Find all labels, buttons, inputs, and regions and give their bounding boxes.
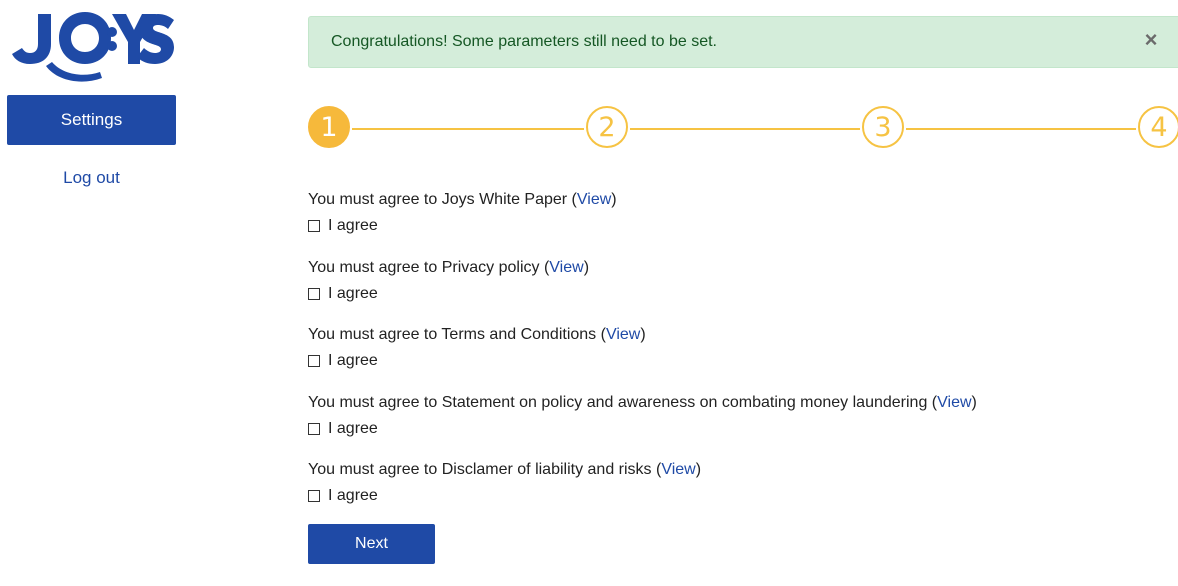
agreement-prefix: You must agree to Statement on policy an… (308, 394, 938, 411)
agreement-text: You must agree to Privacy policy (View) (308, 257, 1168, 279)
settings-button[interactable]: Settings (7, 95, 176, 145)
view-link[interactable]: View (937, 394, 971, 411)
agreement-terms: You must agree to Terms and Conditions (… (308, 324, 1168, 372)
step-3: 3 (862, 106, 904, 148)
view-link[interactable]: View (661, 461, 695, 478)
agreement-prefix: You must agree to Joys White Paper ( (308, 191, 577, 208)
agreement-suffix: ) (611, 191, 617, 208)
step-connector (630, 128, 860, 130)
agree-row: I agree (308, 215, 1168, 237)
agreement-text: You must agree to Joys White Paper (View… (308, 189, 1168, 211)
next-button[interactable]: Next (308, 524, 435, 564)
agree-label[interactable]: I agree (328, 285, 378, 303)
close-icon[interactable]: × (1141, 29, 1161, 51)
agree-label[interactable]: I agree (328, 352, 378, 370)
agree-checkbox[interactable] (308, 423, 320, 435)
agree-row: I agree (308, 283, 1168, 305)
success-alert: Congratulations! Some parameters still n… (308, 16, 1178, 68)
view-link[interactable]: View (577, 191, 611, 208)
view-link[interactable]: View (606, 326, 640, 343)
progress-stepper: 1 2 3 4 (306, 104, 1178, 154)
agreement-text: You must agree to Terms and Conditions (… (308, 324, 1168, 346)
step-1: 1 (308, 106, 350, 148)
agreement-disclaimer: You must agree to Disclamer of liability… (308, 459, 1168, 507)
view-link[interactable]: View (549, 259, 583, 276)
alert-message: Congratulations! Some parameters still n… (331, 33, 717, 50)
agree-checkbox[interactable] (308, 355, 320, 367)
agreement-aml-statement: You must agree to Statement on policy an… (308, 392, 1168, 440)
page: Settings Log out Congratulations! Some p… (0, 0, 1178, 586)
agree-row: I agree (308, 418, 1168, 440)
agree-row: I agree (308, 485, 1168, 507)
agree-checkbox[interactable] (308, 220, 320, 232)
agree-label[interactable]: I agree (328, 420, 378, 438)
agreement-suffix: ) (971, 394, 977, 411)
agree-row: I agree (308, 350, 1168, 372)
agree-label[interactable]: I agree (328, 217, 378, 235)
step-4: 4 (1138, 106, 1178, 148)
logout-link[interactable]: Log out (7, 168, 176, 188)
agreement-prefix: You must agree to Disclamer of liability… (308, 461, 662, 478)
agree-label[interactable]: I agree (328, 487, 378, 505)
agreement-suffix: ) (583, 259, 590, 276)
agreement-prefix: You must agree to Privacy policy ( (308, 259, 550, 276)
agreement-white-paper: You must agree to Joys White Paper (View… (308, 189, 1168, 237)
joys-logo[interactable] (8, 6, 176, 86)
step-connector (352, 128, 584, 130)
agreement-prefix: You must agree to Terms and Conditions ( (308, 326, 606, 343)
step-2: 2 (586, 106, 628, 148)
agreement-suffix: ) (695, 461, 702, 478)
agreement-text: You must agree to Disclamer of liability… (308, 459, 1168, 481)
step-connector (906, 128, 1136, 130)
agree-checkbox[interactable] (308, 288, 320, 300)
agreement-text: You must agree to Statement on policy an… (308, 392, 1168, 414)
agree-checkbox[interactable] (308, 490, 320, 502)
joys-logo-graphic (12, 12, 174, 82)
agreement-suffix: ) (640, 326, 646, 343)
agreement-privacy-policy: You must agree to Privacy policy (View) … (308, 257, 1168, 305)
